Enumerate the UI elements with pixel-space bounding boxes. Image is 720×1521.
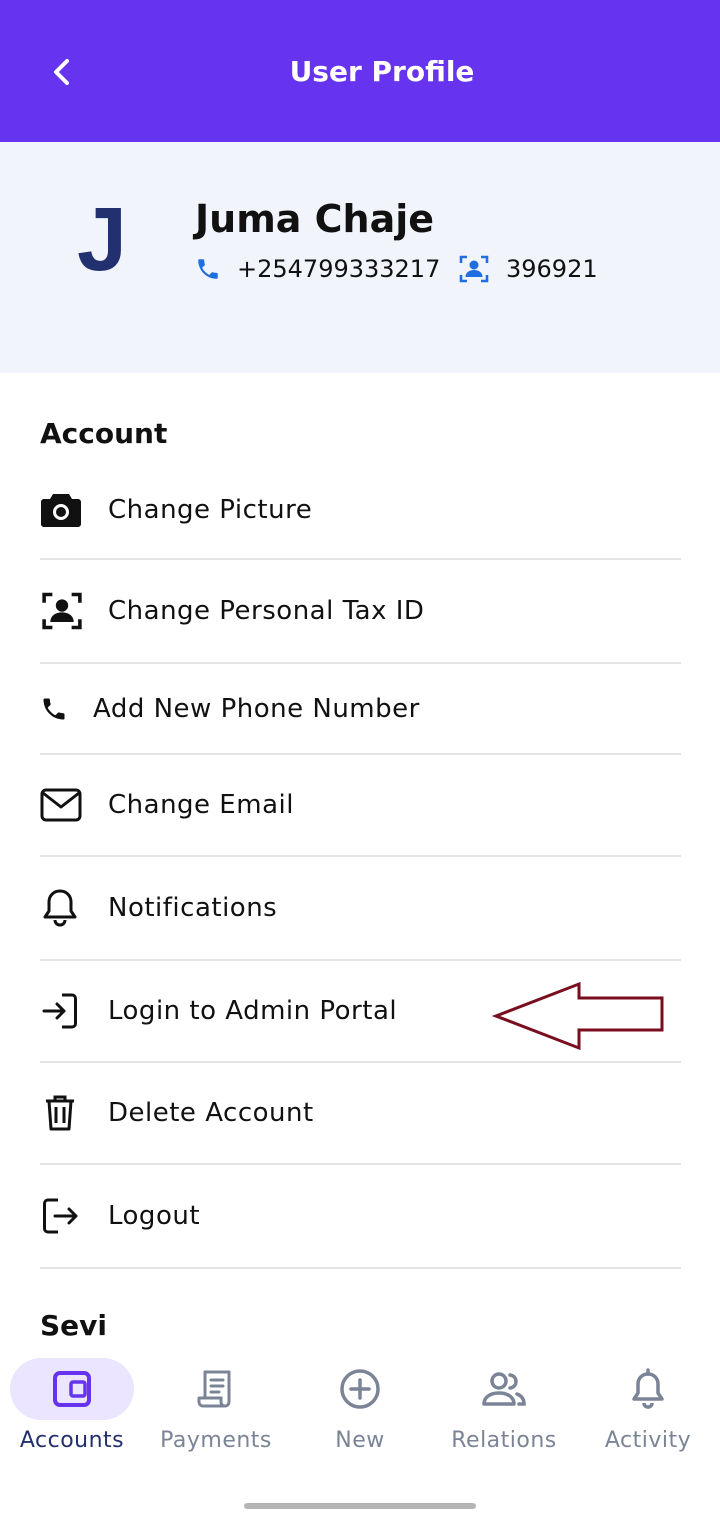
nav-relations[interactable]: Relations bbox=[432, 1358, 576, 1468]
id-badge-icon bbox=[459, 255, 489, 283]
menu-item-delete-account[interactable]: Delete Account bbox=[40, 1063, 681, 1165]
nav-label: Accounts bbox=[19, 1428, 125, 1453]
profile-card: J Juma Chaje +254799333217 396921 bbox=[0, 142, 720, 373]
nav-label: Payments bbox=[160, 1428, 272, 1453]
menu-item-label: Add New Phone Number bbox=[93, 693, 420, 724]
menu-item-label: Change Personal Tax ID bbox=[108, 596, 425, 626]
receipt-icon bbox=[144, 1367, 288, 1411]
nav-label: New bbox=[335, 1428, 385, 1453]
menu-item-label: Notifications bbox=[108, 893, 278, 923]
logout-icon bbox=[40, 1194, 84, 1238]
nav-accounts[interactable]: Accounts bbox=[0, 1358, 144, 1468]
page-title: User Profile bbox=[289, 55, 475, 88]
menu-item-change-tax-id[interactable]: Change Personal Tax ID bbox=[40, 560, 681, 664]
id-badge-icon bbox=[40, 589, 84, 633]
bottom-nav: Accounts Payments New Relations Activity bbox=[0, 1340, 720, 1521]
phone-icon bbox=[40, 687, 72, 731]
user-tax-id: 396921 bbox=[458, 252, 598, 286]
mail-icon bbox=[40, 783, 84, 827]
trash-icon bbox=[40, 1091, 84, 1135]
bell-icon bbox=[40, 886, 84, 930]
nav-new[interactable]: New bbox=[288, 1358, 432, 1468]
section-title-account: Account bbox=[40, 417, 168, 450]
phone-icon bbox=[198, 259, 218, 279]
menu-item-label: Change Email bbox=[108, 790, 294, 820]
plus-circle-icon bbox=[288, 1367, 432, 1411]
menu-item-change-email[interactable]: Change Email bbox=[40, 755, 681, 857]
phone-number: +254799333217 bbox=[237, 255, 441, 283]
nav-activity[interactable]: Activity bbox=[576, 1358, 720, 1468]
home-indicator[interactable] bbox=[244, 1503, 476, 1509]
menu-item-label: Delete Account bbox=[108, 1098, 314, 1128]
avatar[interactable]: J bbox=[62, 192, 142, 288]
tax-id-number: 396921 bbox=[506, 255, 598, 283]
menu-item-add-phone[interactable]: Add New Phone Number bbox=[40, 664, 681, 755]
app-header: User Profile bbox=[0, 0, 720, 142]
menu-item-logout[interactable]: Logout bbox=[40, 1165, 681, 1269]
account-menu: Change Picture Change Personal Tax ID Ad… bbox=[40, 462, 681, 1269]
section-title-services: Sevi bbox=[40, 1309, 108, 1342]
users-icon bbox=[432, 1367, 576, 1411]
user-name: Juma Chaje bbox=[195, 197, 435, 241]
bell-icon bbox=[576, 1367, 720, 1411]
menu-item-label: Change Picture bbox=[108, 495, 313, 525]
menu-item-label: Login to Admin Portal bbox=[108, 996, 398, 1026]
menu-item-label: Logout bbox=[108, 1201, 201, 1231]
menu-item-change-picture[interactable]: Change Picture bbox=[40, 462, 681, 560]
nav-label: Relations bbox=[451, 1428, 557, 1453]
nav-payments[interactable]: Payments bbox=[144, 1358, 288, 1468]
menu-item-notifications[interactable]: Notifications bbox=[40, 857, 681, 961]
wallet-icon bbox=[0, 1367, 144, 1411]
user-phone: +254799333217 bbox=[195, 252, 440, 286]
camera-icon bbox=[40, 488, 84, 532]
login-icon bbox=[40, 989, 84, 1033]
nav-label: Activity bbox=[604, 1428, 692, 1453]
annotation-arrow-icon bbox=[492, 981, 664, 1051]
